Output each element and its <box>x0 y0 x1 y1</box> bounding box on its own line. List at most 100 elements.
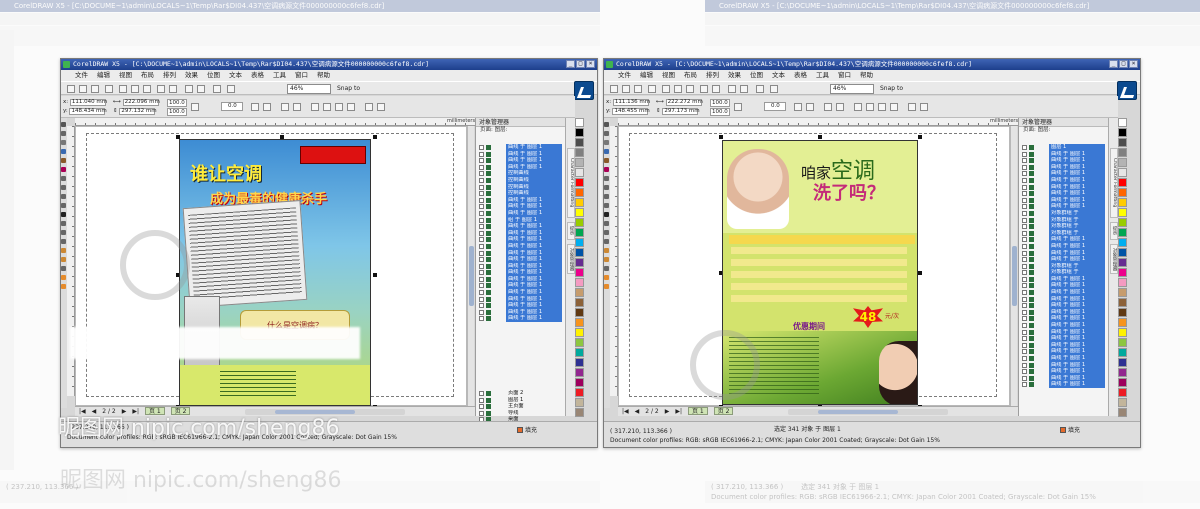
visibility-checkbox[interactable] <box>479 158 484 164</box>
ungroup-icon[interactable] <box>293 103 301 111</box>
menu-help[interactable]: 帮助 <box>317 70 330 81</box>
docker-tab-character[interactable]: Character Formatting <box>1110 148 1118 218</box>
simplify-icon[interactable] <box>347 103 355 111</box>
selection-handle[interactable] <box>719 135 723 139</box>
y-field[interactable]: 148.434 mm <box>69 108 107 115</box>
color-swatch[interactable] <box>1118 388 1127 397</box>
object-tree-row[interactable]: 主页面 <box>478 403 564 410</box>
pick-tool-icon[interactable] <box>604 122 609 127</box>
outline-pen-icon[interactable] <box>604 266 609 271</box>
minimize-button[interactable]: _ <box>566 60 575 68</box>
color-swatch[interactable] <box>1118 318 1127 327</box>
object-tree-row[interactable]: 曲线 于 图层 1 <box>1021 163 1107 171</box>
menu-help[interactable]: 帮助 <box>860 70 873 81</box>
eyedropper-icon[interactable] <box>61 257 66 262</box>
menu-effects[interactable]: 效果 <box>185 70 198 81</box>
smart-fill-icon[interactable] <box>61 167 66 172</box>
object-tree-row[interactable]: 曲线 于 图层 1 <box>1021 176 1107 184</box>
object-tree-row[interactable]: 控制曲线 <box>478 170 564 177</box>
docker-tab-character[interactable]: Character Formatting <box>567 148 575 218</box>
visibility-checkbox[interactable] <box>1022 243 1027 249</box>
color-swatch[interactable] <box>575 368 584 377</box>
selection-handle[interactable] <box>918 135 922 139</box>
color-swatch[interactable] <box>1118 238 1127 247</box>
pick-tool-icon[interactable] <box>61 122 66 127</box>
visibility-checkbox[interactable] <box>479 391 484 396</box>
menu-tools[interactable]: 工具 <box>816 70 829 81</box>
first-page-icon[interactable]: |◀ <box>622 407 629 416</box>
snap-to-dropdown[interactable]: Snap to <box>880 84 903 94</box>
color-swatch[interactable] <box>1118 338 1127 347</box>
color-swatch[interactable] <box>1118 268 1127 277</box>
width-field[interactable]: 222.096 mm <box>122 99 160 106</box>
color-swatch[interactable] <box>1118 228 1127 237</box>
outline-pen-icon[interactable] <box>61 266 66 271</box>
object-tree-row[interactable]: 曲线 于 图层 1 <box>478 262 564 270</box>
visibility-checkbox[interactable] <box>479 224 484 230</box>
horizontal-scrollbar[interactable] <box>788 409 948 415</box>
visibility-checkbox[interactable] <box>1022 369 1027 375</box>
menu-effects[interactable]: 效果 <box>728 70 741 81</box>
menu-arrange[interactable]: 排列 <box>706 70 719 81</box>
to-front-icon[interactable] <box>377 103 385 111</box>
color-swatch[interactable] <box>575 208 584 217</box>
mirror-horizontal-icon[interactable] <box>251 103 259 111</box>
object-tree-row[interactable]: 曲线 于 图层 1 <box>1021 328 1107 336</box>
print-icon[interactable] <box>648 85 656 93</box>
close-button[interactable]: × <box>1129 60 1138 68</box>
color-swatch[interactable] <box>575 198 584 207</box>
visibility-checkbox[interactable] <box>1022 171 1027 177</box>
object-tree-row[interactable]: 组 于 图层 1 <box>478 216 564 224</box>
scroll-thumb[interactable] <box>469 246 474 306</box>
save-icon[interactable] <box>91 85 99 93</box>
scroll-thumb[interactable] <box>818 410 898 414</box>
object-tree-row[interactable]: 曲线 于 图层 1 <box>1021 335 1107 342</box>
weld-icon[interactable] <box>854 103 862 111</box>
color-swatch[interactable] <box>575 168 584 177</box>
menu-edit[interactable]: 编辑 <box>640 70 653 81</box>
freehand-tool-icon[interactable] <box>61 158 66 163</box>
scale-w-field[interactable]: 100.0 <box>167 99 187 107</box>
object-tree-row[interactable]: 曲线 于 图层 1 <box>478 282 564 290</box>
menu-text[interactable]: 文本 <box>772 70 785 81</box>
prev-page-icon[interactable]: ◀ <box>635 407 640 416</box>
mirror-horizontal-icon[interactable] <box>794 103 802 111</box>
color-swatch[interactable] <box>575 178 584 187</box>
object-tree-row[interactable]: 曲线 于 图层 1 <box>1021 289 1107 296</box>
visibility-checkbox[interactable] <box>1022 263 1027 269</box>
color-swatch[interactable] <box>1118 348 1127 357</box>
scale-w-field[interactable]: 100.0 <box>710 99 730 107</box>
copy-icon[interactable] <box>674 85 682 93</box>
color-swatch[interactable] <box>1118 328 1127 337</box>
color-swatch[interactable] <box>575 268 584 277</box>
color-swatch[interactable] <box>575 128 584 137</box>
color-swatch[interactable] <box>1118 218 1127 227</box>
redo-icon[interactable] <box>169 85 177 93</box>
object-tree-row[interactable]: 曲线 于 图层 1 <box>478 157 564 164</box>
visibility-checkbox[interactable] <box>1022 237 1027 243</box>
visibility-checkbox[interactable] <box>1022 362 1027 368</box>
visibility-checkbox[interactable] <box>1022 217 1027 223</box>
menu-bitmaps[interactable]: 位图 <box>750 70 763 81</box>
snap-to-dropdown[interactable]: Snap to <box>337 84 360 94</box>
new-icon[interactable] <box>610 85 618 93</box>
dimension-tool-icon[interactable] <box>604 230 609 235</box>
object-tree-row[interactable]: 曲线 于 图层 1 <box>478 275 564 283</box>
menu-arrange[interactable]: 排列 <box>163 70 176 81</box>
visibility-checkbox[interactable] <box>1022 177 1027 183</box>
color-swatch[interactable] <box>575 158 584 167</box>
visibility-checkbox[interactable] <box>1022 270 1027 276</box>
visibility-checkbox[interactable] <box>479 204 484 210</box>
connector-tool-icon[interactable] <box>61 239 66 244</box>
object-tree-row[interactable]: 曲线 于 图层 1 <box>1021 170 1107 177</box>
object-tree-row[interactable]: 对象群组 于 <box>1021 262 1107 270</box>
object-tree-row[interactable]: 曲线 于 图层 1 <box>478 269 564 276</box>
to-front-icon[interactable] <box>920 103 928 111</box>
object-tree-row[interactable]: 控制曲线 <box>478 190 564 197</box>
paste-icon[interactable] <box>686 85 694 93</box>
visibility-checkbox[interactable] <box>1022 257 1027 263</box>
visibility-checkbox[interactable] <box>1022 309 1027 315</box>
last-page-icon[interactable]: ▶| <box>675 407 682 416</box>
maximize-button[interactable]: □ <box>576 60 585 68</box>
shape-tool-icon[interactable] <box>604 131 609 136</box>
